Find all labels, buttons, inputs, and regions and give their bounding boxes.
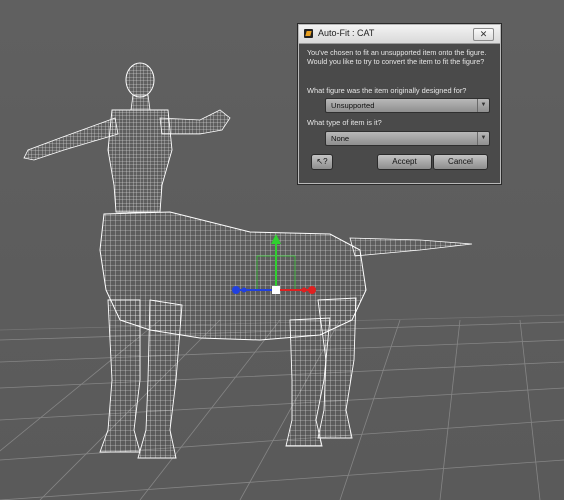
cancel-button[interactable]: Cancel: [433, 154, 488, 170]
auto-fit-dialog[interactable]: Auto-Fit : CAT ✕ You've chosen to fit an…: [298, 24, 501, 184]
dropdown-arrow-icon: ▼: [477, 132, 489, 145]
type-select[interactable]: None ▼: [325, 131, 490, 146]
app-icon: [304, 29, 313, 38]
help-button[interactable]: ↖?: [311, 154, 333, 170]
dropdown-arrow-icon: ▼: [477, 99, 489, 112]
ground-grid: [0, 314, 564, 500]
dialog-message: You've chosen to fit an unsupported item…: [307, 48, 497, 66]
dialog-titlebar[interactable]: Auto-Fit : CAT ✕: [299, 25, 500, 44]
message-line-2: Would you like to try to convert the ite…: [307, 57, 485, 66]
figure-select[interactable]: Unsupported ▼: [325, 98, 490, 113]
accept-button[interactable]: Accept: [377, 154, 432, 170]
message-line-1: You've chosen to fit an unsupported item…: [307, 48, 487, 57]
help-pointer-icon: ↖?: [316, 157, 328, 166]
figure-question-label: What figure was the item originally desi…: [307, 86, 467, 95]
type-select-value: None: [331, 134, 350, 143]
close-icon: ✕: [479, 29, 488, 39]
dialog-title: Auto-Fit : CAT: [318, 28, 375, 38]
figure-select-value: Unsupported: [331, 101, 375, 110]
close-button[interactable]: ✕: [473, 28, 494, 41]
type-question-label: What type of item is it?: [307, 118, 382, 127]
